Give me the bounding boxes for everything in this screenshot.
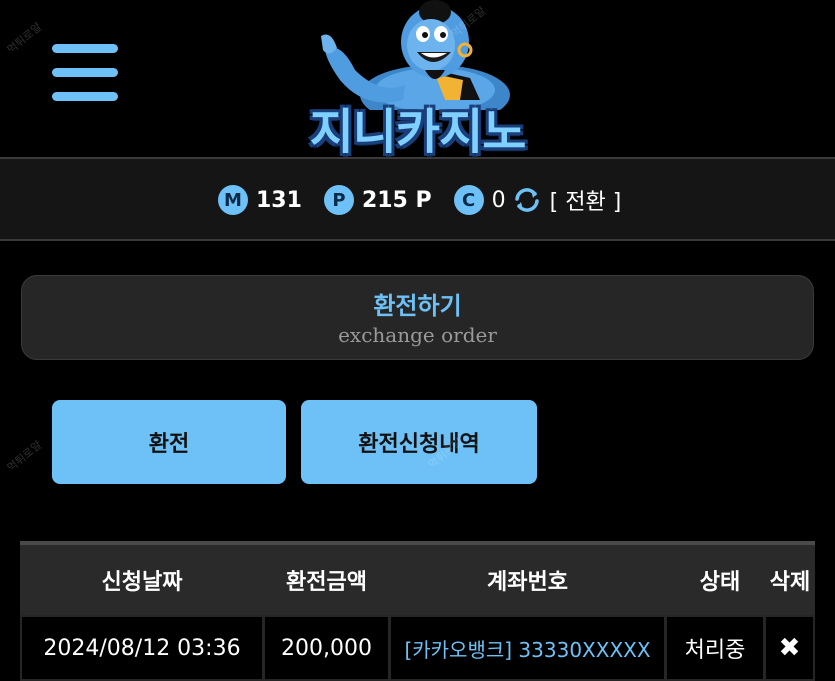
point-badge-icon: P xyxy=(323,185,354,215)
coin-badge-icon: C xyxy=(453,185,484,215)
header: 지니카지노 먹튀로얄 먹튀로얄 xyxy=(0,0,835,160)
exchange-history-table: 신청날짜 환전금액 계좌번호 상태 삭제 2024/08/12 03:36 20… xyxy=(20,541,815,681)
refresh-icon[interactable] xyxy=(512,185,542,215)
hamburger-menu-icon[interactable] xyxy=(52,44,118,102)
page-subtitle: exchange order xyxy=(338,323,497,347)
watermark: 먹튀로얄 xyxy=(4,438,45,475)
balance-row: M 131 P 215 P C 0 [ 전환 ] xyxy=(218,183,621,217)
column-header-status: 상태 xyxy=(699,570,741,595)
site-logo[interactable]: 지니카지노 xyxy=(285,0,550,160)
point-value: 215 P xyxy=(361,187,432,213)
logo-text: 지니카지노 xyxy=(309,104,527,160)
page-title: 환전하기 xyxy=(373,292,462,320)
coin-value: 0 xyxy=(491,187,506,213)
delete-icon[interactable]: ✖ xyxy=(766,617,813,679)
cell-status: 처리중 xyxy=(667,617,763,679)
column-header-amount: 환전금액 xyxy=(286,570,367,595)
money-value: 131 xyxy=(256,187,302,213)
column-header-date: 신청날짜 xyxy=(101,570,183,595)
column-header-delete: 삭제 xyxy=(769,570,811,595)
table-row: 2024/08/12 03:36 200,000 [카카오뱅크] 33330XX… xyxy=(20,615,815,681)
convert-button[interactable]: [ 전환 ] xyxy=(550,184,622,216)
exchange-history-button[interactable]: 환전신청내역 xyxy=(301,400,537,484)
table-header: 신청날짜 환전금액 계좌번호 상태 삭제 xyxy=(20,545,815,615)
exchange-title-box: 환전하기 exchange order xyxy=(21,275,814,360)
balance-bar: M 131 P 215 P C 0 [ 전환 ] xyxy=(0,159,835,241)
cell-account: [카카오뱅크] 33330XXXXX xyxy=(391,617,664,679)
cell-date: 2024/08/12 03:36 xyxy=(22,617,262,679)
money-badge-icon: M xyxy=(218,185,248,215)
exchange-button[interactable]: 환전 xyxy=(52,400,286,484)
watermark: 먹튀로얄 xyxy=(4,20,45,57)
column-header-account: 계좌번호 xyxy=(487,570,568,595)
cell-amount: 200,000 xyxy=(265,617,388,679)
